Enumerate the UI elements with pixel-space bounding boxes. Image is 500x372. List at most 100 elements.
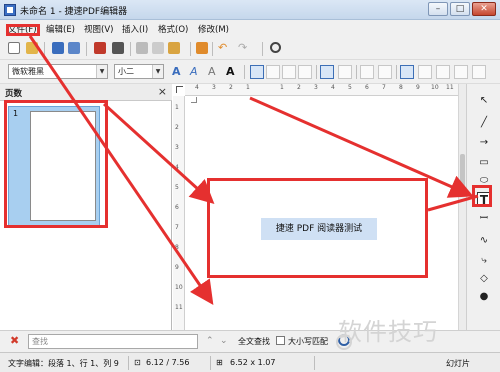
list-bullet-button[interactable] <box>418 65 432 79</box>
ruler-tick: 1 <box>175 104 179 111</box>
close-find-icon[interactable]: ✖ <box>10 335 20 347</box>
status-separator <box>128 356 129 370</box>
paste-icon[interactable] <box>168 42 180 54</box>
ruler-tick: 2 <box>229 84 233 91</box>
symbol-tool-icon[interactable]: ● <box>477 290 491 304</box>
ruler-tick: 10 <box>175 284 183 291</box>
close-icon[interactable]: × <box>158 85 167 98</box>
maximize-button[interactable]: □ <box>450 2 470 16</box>
list-number-button[interactable] <box>436 65 450 79</box>
search-input[interactable]: 查找 <box>28 334 198 349</box>
ruler-tick: 10 <box>431 84 439 91</box>
shape-tool-icon[interactable]: ◇ <box>477 272 491 286</box>
new-document-icon[interactable] <box>8 42 20 54</box>
app-icon <box>4 4 16 16</box>
ruler-tick: 5 <box>175 184 179 191</box>
export-pdf-icon[interactable] <box>94 42 106 54</box>
vertical-scrollbar[interactable] <box>458 84 466 330</box>
arrow-tool-icon[interactable]: → <box>477 136 491 150</box>
pages-panel-title: 页数 <box>5 89 23 99</box>
ruler-tick: 4 <box>175 164 179 171</box>
font-size-value: 小二 <box>118 67 134 76</box>
toolbar-separator <box>244 65 245 79</box>
size-icon: ⊞ <box>216 358 223 367</box>
ruler-tick: 2 <box>175 124 179 131</box>
text-effect-icon[interactable]: A <box>172 66 184 78</box>
menu-edit[interactable]: 编辑(E) <box>46 23 75 35</box>
curve-tool-icon[interactable]: ∿ <box>477 234 491 248</box>
zoom-icon[interactable] <box>270 42 281 53</box>
outdent-button[interactable] <box>378 65 392 79</box>
ruler-tick: 3 <box>175 144 179 151</box>
toolbar-separator <box>130 42 131 56</box>
status-position: 6.12 / 7.56 <box>146 358 190 367</box>
formatting-toolbar: 微软雅黑 ▼ 小二 ▼ A A A A <box>0 60 500 84</box>
vertical-top-button[interactable] <box>320 65 334 79</box>
align-right-button[interactable] <box>282 65 296 79</box>
redo-icon[interactable]: ↷ <box>238 42 250 54</box>
annotation-box-page-thumbnail <box>4 100 108 228</box>
print-icon[interactable] <box>112 42 124 54</box>
drawing-tools-palette: ↖ ╱ → ▭ ⬭ T ꟷ ∿ ⤷ ◇ ● <box>466 84 500 330</box>
connector-tool-icon[interactable]: ⤷ <box>477 254 491 268</box>
font-size-select[interactable]: 小二 ▼ <box>114 64 164 79</box>
ruler-tick: 6 <box>365 84 369 91</box>
menu-view[interactable]: 视图(V) <box>84 23 113 35</box>
vertical-middle-button[interactable] <box>338 65 352 79</box>
menu-insert[interactable]: 插入(I) <box>122 23 148 35</box>
status-bar: 文字编辑：段落 1、行 1、列 9 ⊡ 6.12 / 7.56 ⊞ 6.52 x… <box>0 352 500 372</box>
ruler-tick: 1 <box>246 84 250 91</box>
align-center-button[interactable] <box>266 65 280 79</box>
vertical-ruler: 1 2 3 4 5 6 7 8 9 10 11 <box>173 96 185 330</box>
standard-toolbar: ↶ ↷ <box>0 38 500 60</box>
rectangle-tool-icon[interactable]: ▭ <box>477 156 491 170</box>
cut-icon[interactable] <box>136 42 148 54</box>
align-justify-button[interactable] <box>298 65 312 79</box>
status-separator <box>210 356 211 370</box>
watermark-text: 软件技巧 <box>338 318 438 346</box>
text-outline-icon[interactable]: A <box>208 66 220 78</box>
select-arrow-icon[interactable]: ↖ <box>477 94 491 108</box>
ruler-tick: 3 <box>212 84 216 91</box>
menu-format[interactable]: 格式(O) <box>158 23 188 35</box>
ruler-tick: 1 <box>280 84 284 91</box>
text-shadow-icon[interactable]: A <box>190 66 202 78</box>
format-paint-icon[interactable] <box>196 42 208 54</box>
ruler-tick: 8 <box>399 84 403 91</box>
title-bar: 未命名 1 - 捷速PDF编辑器 – □ ✕ <box>0 0 500 20</box>
scrollbar-thumb[interactable] <box>460 154 465 194</box>
toolbar-separator <box>44 42 45 56</box>
match-case-checkbox[interactable] <box>276 336 285 345</box>
search-up-icon[interactable]: ⌃ <box>206 336 216 346</box>
copy-icon[interactable] <box>152 42 164 54</box>
paragraph-spacing-button[interactable] <box>472 65 486 79</box>
undo-icon[interactable]: ↶ <box>218 42 230 54</box>
position-icon: ⊡ <box>134 358 141 367</box>
line-tool-icon[interactable]: ╱ <box>477 116 491 130</box>
line-spacing-button[interactable] <box>454 65 468 79</box>
font-family-select[interactable]: 微软雅黑 ▼ <box>8 64 108 79</box>
toolbar-separator <box>316 65 317 79</box>
ruler-tick: 9 <box>416 84 420 91</box>
ruler-tick: 7 <box>175 224 179 231</box>
save-as-icon[interactable] <box>68 42 80 54</box>
ruler-tick: 7 <box>382 84 386 91</box>
font-color-icon[interactable]: A <box>226 66 238 78</box>
close-button[interactable]: ✕ <box>472 2 496 16</box>
full-text-search-label[interactable]: 全文查找 <box>238 336 270 347</box>
save-icon[interactable] <box>52 42 64 54</box>
menu-modify[interactable]: 修改(M) <box>198 23 229 35</box>
indent-button[interactable] <box>360 65 374 79</box>
status-size: 6.52 x 1.07 <box>230 358 276 367</box>
align-left-button[interactable] <box>250 65 264 79</box>
list-none-button[interactable] <box>400 65 414 79</box>
menu-bar: 文件(F) 编辑(E) 视图(V) 插入(I) 格式(O) 修改(M) <box>0 20 500 38</box>
ruler-tick: 3 <box>314 84 318 91</box>
toolbar-separator <box>396 65 397 79</box>
search-down-icon[interactable]: ⌄ <box>220 336 230 346</box>
annotation-box-file-menu <box>6 24 40 36</box>
vertical-text-tool-icon[interactable]: ꟷ <box>477 212 491 226</box>
open-folder-icon[interactable] <box>26 42 38 54</box>
minimize-button[interactable]: – <box>428 2 448 16</box>
toolbar-separator <box>212 42 213 56</box>
